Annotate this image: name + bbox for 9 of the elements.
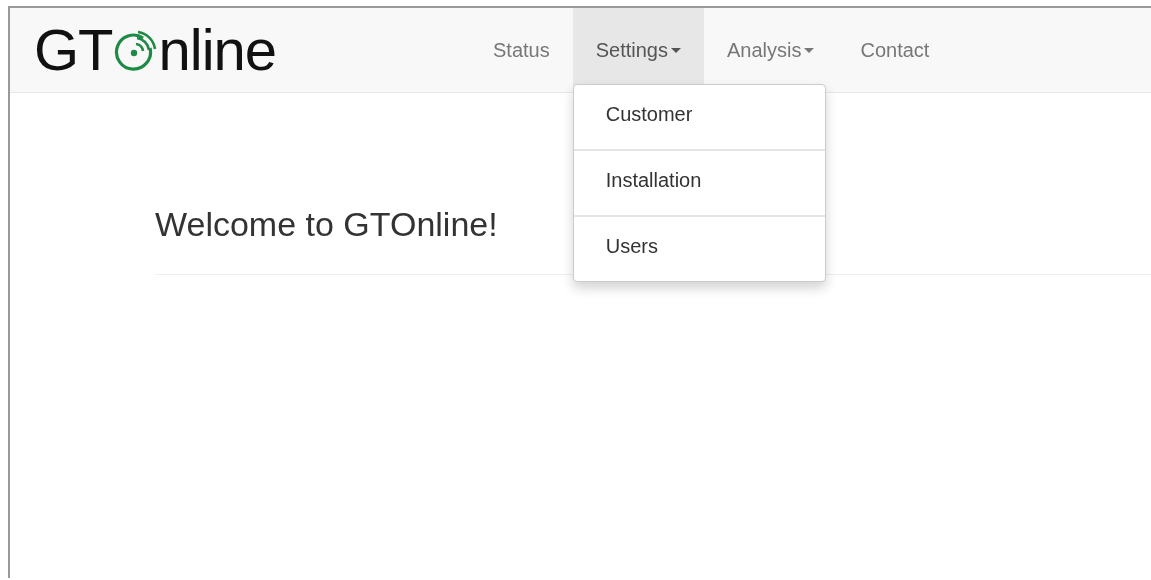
caret-icon bbox=[804, 47, 815, 53]
menu-item[interactable]: Installation bbox=[573, 151, 825, 215]
logo-text: GT bbox=[34, 21, 113, 79]
nav-link[interactable]: Status bbox=[470, 8, 573, 92]
menu-item[interactable]: Users bbox=[573, 217, 825, 281]
logo-text: nline bbox=[158, 21, 277, 79]
nav-link[interactable]: Contact bbox=[837, 8, 953, 92]
caret-icon bbox=[670, 47, 681, 53]
page-heading: Welcome to GTOnline! bbox=[155, 205, 499, 244]
